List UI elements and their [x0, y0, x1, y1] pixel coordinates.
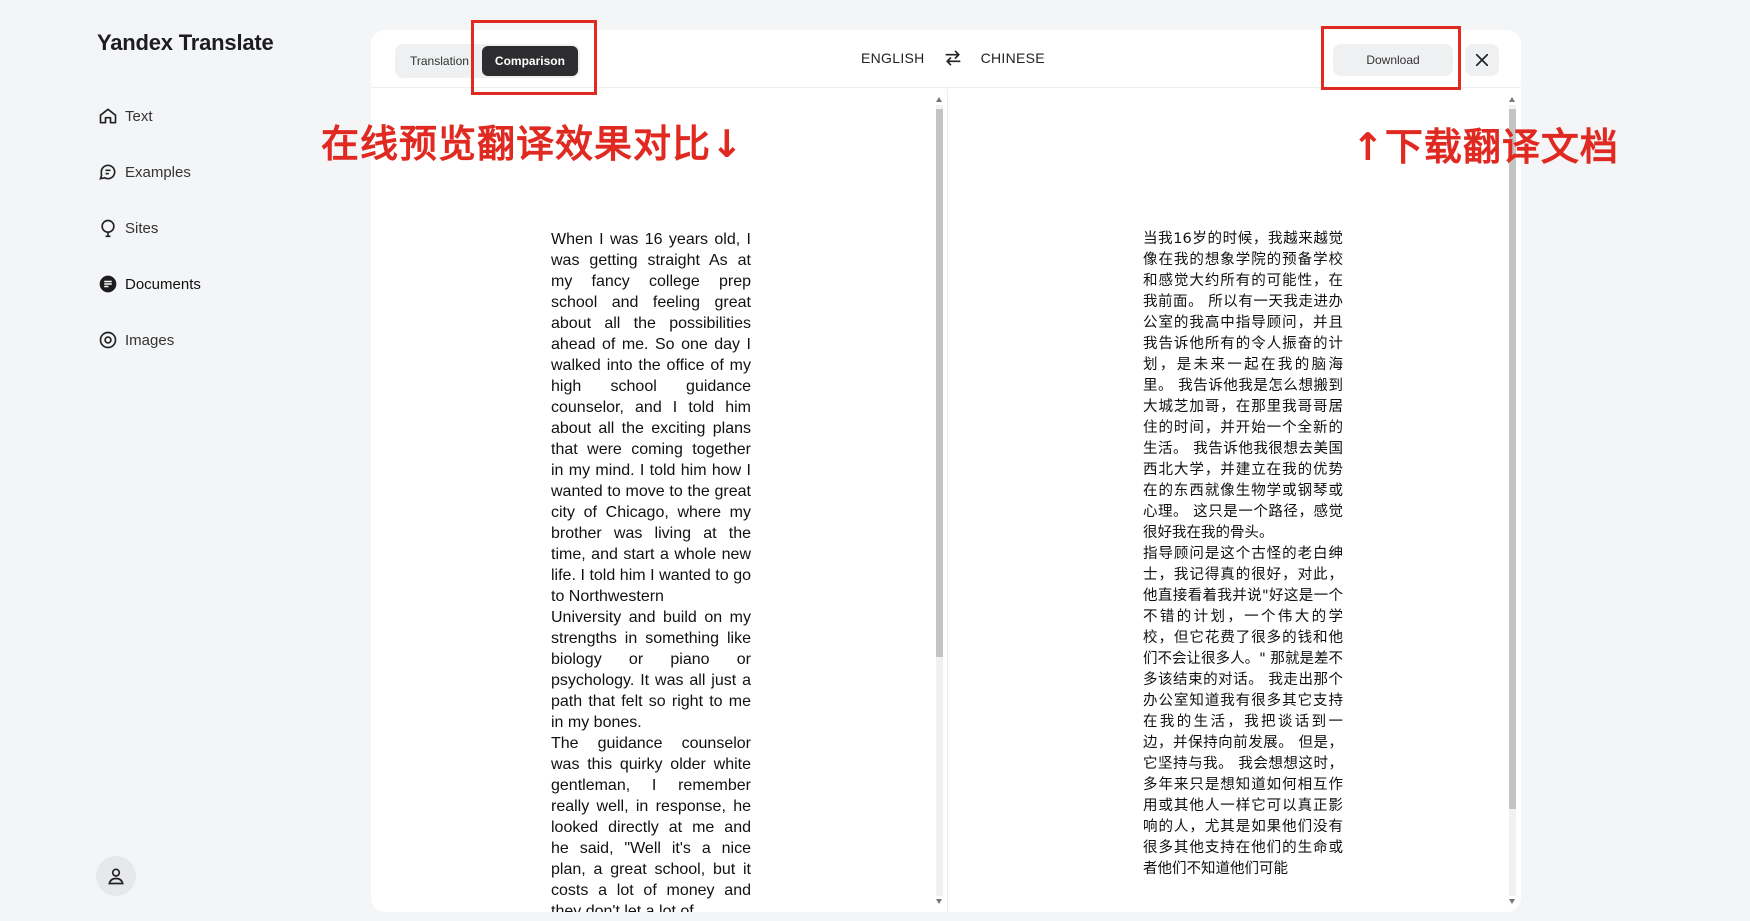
close-icon	[1475, 53, 1489, 67]
user-icon	[108, 868, 124, 885]
translated-document-text: 当我16岁的时候，我越来越觉像在我的想象学院的预备学校和感觉大约所有的可能性，在…	[1143, 229, 1343, 880]
sidebar-item-label: Images	[125, 331, 175, 349]
comparison-highlight-box	[471, 20, 597, 95]
chat-bubbles-icon	[97, 161, 119, 183]
download-highlight-box	[1321, 26, 1461, 90]
sidebar-item-label: Documents	[125, 275, 201, 293]
scrollbar-thumb[interactable]	[1509, 109, 1516, 809]
source-paragraph: The guidance counselor was this quirky o…	[551, 735, 751, 912]
source-paragraph: When I was 16 years old, I was getting s…	[551, 231, 751, 605]
sidebar-item-images[interactable]: Images	[97, 324, 201, 356]
source-paragraph: University and build on my strengths in …	[551, 609, 751, 731]
scroll-down-arrow-icon[interactable]	[1509, 899, 1515, 904]
source-document-text: When I was 16 years old, I was getting s…	[551, 229, 751, 912]
user-avatar-button[interactable]	[96, 856, 136, 896]
sidebar-item-text[interactable]: Text	[97, 100, 201, 132]
target-language-button[interactable]: CHINESE	[981, 50, 1045, 66]
sidebar-item-label: Examples	[125, 163, 191, 181]
scroll-up-arrow-icon[interactable]	[1509, 97, 1515, 102]
scroll-down-arrow-icon[interactable]	[936, 899, 942, 904]
camera-icon	[97, 329, 119, 351]
download-annotation-caption: ↑下载翻译文档	[1352, 125, 1619, 169]
sidebar-item-label: Sites	[125, 219, 159, 237]
translated-scrollbar[interactable]	[1507, 95, 1517, 906]
sidebar-nav: Text Examples Sites Documents Images	[97, 100, 201, 380]
comparison-annotation-caption: 在线预览翻译效果对比↓	[321, 122, 744, 166]
swap-languages-icon[interactable]	[943, 48, 963, 68]
app-logo[interactable]: Yandex Translate	[97, 30, 274, 56]
sidebar-item-examples[interactable]: Examples	[97, 156, 201, 188]
scroll-up-arrow-icon[interactable]	[936, 97, 942, 102]
source-scrollbar[interactable]	[934, 95, 944, 906]
language-selector: ENGLISH CHINESE	[861, 48, 1045, 68]
sidebar-item-sites[interactable]: Sites	[97, 212, 201, 244]
source-language-button[interactable]: ENGLISH	[861, 50, 925, 66]
close-button[interactable]	[1465, 44, 1499, 76]
globe-pin-icon	[97, 217, 119, 239]
sidebar-item-label: Text	[125, 107, 153, 125]
scrollbar-thumb[interactable]	[936, 109, 943, 657]
translated-document-pane[interactable]: 当我16岁的时候，我越来越觉像在我的想象学院的预备学校和感觉大约所有的可能性，在…	[947, 89, 1521, 912]
sidebar-item-documents[interactable]: Documents	[97, 268, 201, 300]
translated-paragraph: 指导顾问是这个古怪的老白绅士，我记得真的很好，对此，他直接看着我并说"好这是一个…	[1143, 546, 1343, 877]
source-document-pane[interactable]: When I was 16 years old, I was getting s…	[371, 89, 946, 912]
mode-translation-button[interactable]: Translation	[397, 46, 482, 76]
translated-paragraph: 当我16岁的时候，我越来越觉像在我的想象学院的预备学校和感觉大约所有的可能性，在…	[1143, 231, 1343, 541]
home-icon	[97, 105, 119, 127]
document-icon	[97, 273, 119, 295]
